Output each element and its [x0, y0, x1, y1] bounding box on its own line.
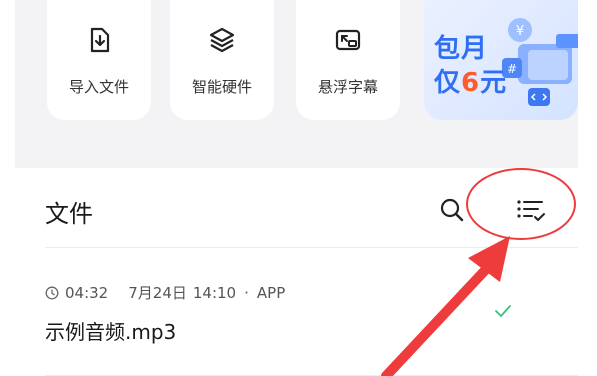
file-duration: 04:32 [65, 283, 109, 302]
files-section-title: 文件 [45, 200, 93, 228]
promo-line1: 包月 [434, 34, 489, 64]
floating-subtitle-icon [335, 29, 361, 51]
monthly-promo-banner[interactable]: ¥ # 包月 仅6元 [424, 0, 578, 120]
clock-icon [45, 286, 59, 299]
check-icon [495, 305, 511, 317]
meta-separator: · [244, 283, 249, 302]
floating-subtitle-button[interactable]: 悬浮字幕 [296, 0, 400, 120]
svg-text:#: # [507, 62, 517, 76]
smart-hardware-button[interactable]: 智能硬件 [170, 0, 274, 120]
import-file-icon [90, 27, 110, 53]
layers-icon [209, 27, 235, 53]
floating-subtitle-label: 悬浮字幕 [317, 78, 378, 96]
import-file-button[interactable]: 导入文件 [47, 0, 151, 120]
file-meta: 04:32 7月24日 14:10 · APP [45, 282, 285, 303]
file-date: 7月24日 [128, 284, 187, 302]
promo-line2: 仅6元 [434, 68, 508, 98]
smart-hardware-label: 智能硬件 [191, 78, 252, 96]
file-name[interactable]: 示例音频.mp3 [45, 316, 176, 345]
import-file-label: 导入文件 [68, 78, 129, 96]
shortcut-panel: 导入文件 智能硬件 悬浮字幕 ¥ # 包月 仅6元 [15, 0, 578, 168]
search-icon[interactable] [438, 196, 466, 224]
divider [45, 247, 578, 248]
sort-filter-icon[interactable] [515, 196, 547, 224]
file-source: APP [256, 283, 286, 302]
svg-text:¥: ¥ [516, 24, 524, 39]
file-time: 14:10 [192, 283, 237, 302]
